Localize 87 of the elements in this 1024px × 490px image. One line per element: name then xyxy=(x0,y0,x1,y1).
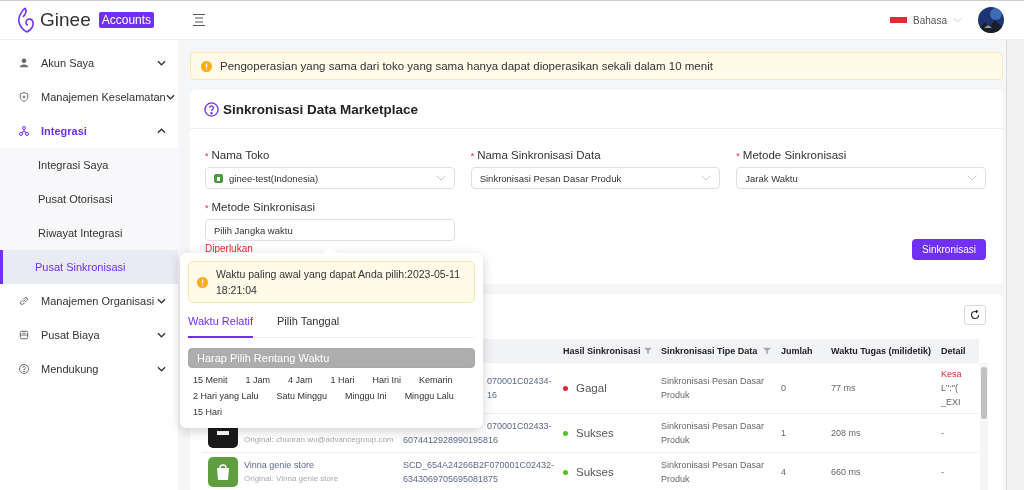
data-type: Sinkronisasi Pesan Dasar Produk xyxy=(655,413,775,453)
select-field[interactable]: Jarak Waktu xyxy=(736,167,986,189)
task-time: 660 ms xyxy=(825,452,935,490)
notice-text: Waktu paling awal yang dapat Anda pilih:2023-05-11 18:21:04 xyxy=(216,267,461,298)
column-header: Jumlah xyxy=(775,339,825,363)
logo-text: Ginee xyxy=(40,9,91,31)
user-icon xyxy=(18,57,30,69)
error-text: Diperlukan xyxy=(205,244,254,254)
picker-tab[interactable]: Waktu Relatif xyxy=(188,313,253,338)
sync-result: Gagal xyxy=(563,381,649,395)
sync-result: Sukses xyxy=(563,426,649,440)
flag-icon xyxy=(890,17,908,23)
column-header: Waktu Tugas (milidetik) xyxy=(825,339,935,363)
time-option[interactable]: Minggu Lalu xyxy=(399,388,459,404)
sidebar-item[interactable]: Manajemen Organisasi xyxy=(0,284,178,318)
warning-icon xyxy=(201,60,212,72)
refresh-icon xyxy=(970,309,980,320)
select-field[interactable]: Sinkronisasi Pesan Dasar Produk xyxy=(470,167,721,189)
input-field[interactable]: Pilih Jangka waktu xyxy=(205,219,455,241)
time-option[interactable]: 1 Hari xyxy=(325,372,360,388)
count: 0 xyxy=(775,363,825,414)
logo-icon xyxy=(16,7,36,33)
sidebar-subitem[interactable]: Pusat Otorisasi xyxy=(0,182,178,216)
time-option[interactable]: 4 Jam xyxy=(283,372,318,388)
sidebar-item[interactable]: Akun Saya xyxy=(0,46,178,80)
field-label: * Nama Sinkronisasi Data xyxy=(470,149,602,161)
field-label: * Metode Sinkronisasi xyxy=(205,201,317,213)
sync-button[interactable]: Sinkronisasi xyxy=(912,239,986,260)
time-option[interactable]: 2 Hari yang Lalu xyxy=(188,388,264,404)
warning-icon xyxy=(197,276,208,288)
task-time: 77 ms xyxy=(825,363,935,414)
chevron-down-icon xyxy=(953,17,962,23)
help-icon xyxy=(18,363,30,375)
picker-tab[interactable]: Pilih Tanggal xyxy=(277,313,340,338)
network-icon xyxy=(18,125,30,137)
accounts-badge: Accounts xyxy=(98,12,155,28)
time-option[interactable]: 1 Jam xyxy=(240,372,276,388)
field-label: * Nama Toko xyxy=(205,149,271,161)
sync-result: Sukses xyxy=(563,465,649,479)
count: 1 xyxy=(775,413,825,453)
sidebar-subitem[interactable]: Pusat Sinkronisasi xyxy=(0,250,178,284)
data-type: Sinkronisasi Pesan Dasar Produk xyxy=(655,363,775,414)
chevron-down-icon xyxy=(435,175,446,181)
shopping-bag-icon xyxy=(208,457,238,487)
detail: Kesa L":"( _EXI xyxy=(935,363,979,414)
time-option[interactable]: 15 Menit xyxy=(188,372,233,388)
language-selector[interactable]: Bahasa xyxy=(913,14,962,26)
column-header: Detail xyxy=(935,339,979,363)
notice-text: Pengoperasian yang sama dari toko yang sama hanya dapat dioperasikan sekali dalam 10 menit xyxy=(220,60,713,72)
store-original: Original: chunran.wu@advancegroup.com xyxy=(244,434,394,446)
refresh-button[interactable] xyxy=(964,304,986,325)
time-option[interactable]: 15 Hari xyxy=(188,404,227,420)
time-option[interactable]: Minggu Ini xyxy=(340,388,392,404)
time-option[interactable]: Kemarin xyxy=(414,372,458,388)
sync-id: SCD_654A24266B2F070001C02432- 6343069705695081875 xyxy=(397,452,557,490)
sidebar-item[interactable]: Manajemen Keselamatan xyxy=(0,80,178,114)
chevron-down-icon xyxy=(967,175,977,181)
detail: - xyxy=(935,452,979,490)
store-original: Original: Vinna genie store xyxy=(244,473,339,485)
link-icon xyxy=(18,295,30,307)
help-icon xyxy=(204,101,219,117)
sidebar-item[interactable]: Mendukung xyxy=(0,352,178,386)
column-header: Hasil Sinkronisasi xyxy=(557,339,655,363)
store-name: Vinna genie store xyxy=(244,460,314,470)
table-scrollbar[interactable] xyxy=(980,363,988,490)
chevron-down-icon xyxy=(701,175,712,181)
menu-icon[interactable] xyxy=(192,13,207,27)
count: 4 xyxy=(775,452,825,490)
select-field[interactable]: ginee-test(Indonesia) xyxy=(205,167,455,189)
task-time: 208 ms xyxy=(825,413,935,453)
card-title: Sinkronisasi Data Marketplace xyxy=(223,101,419,117)
sidebar-item[interactable]: Pusat Biaya xyxy=(0,318,178,352)
wallet-icon xyxy=(18,329,30,341)
avatar[interactable] xyxy=(978,7,1004,33)
sidebar-subitem[interactable]: Integrasi Saya xyxy=(0,148,178,182)
time-option[interactable]: Satu Minggu xyxy=(271,388,333,404)
shield-icon xyxy=(18,91,30,103)
field-label: * Metode Sinkronisasi xyxy=(736,149,848,161)
sidebar-item[interactable]: Integrasi xyxy=(0,114,178,148)
column-header: Sinkronisasi Tipe Data xyxy=(655,339,775,363)
detail: - xyxy=(935,413,979,453)
shop-icon xyxy=(214,173,223,183)
sidebar-subitem[interactable]: Riwayat Integrasi xyxy=(0,216,178,250)
data-type: Sinkronisasi Pesan Dasar Produk xyxy=(655,452,775,490)
filter-icon[interactable] xyxy=(643,347,652,355)
page-scrollbar[interactable] xyxy=(1006,40,1024,490)
filter-icon[interactable] xyxy=(763,347,771,355)
